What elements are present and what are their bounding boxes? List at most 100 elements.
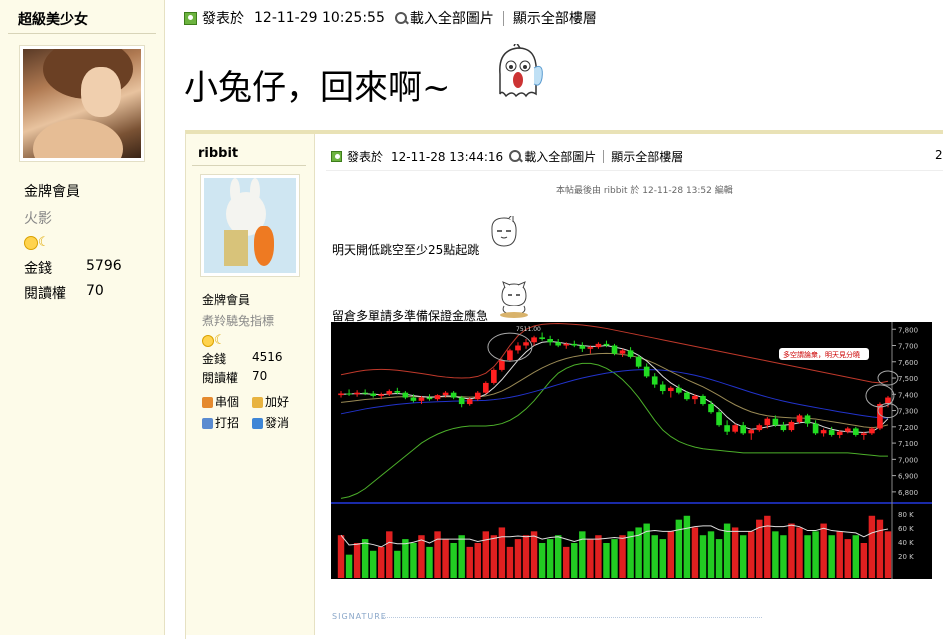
poke-link[interactable]: 打招 (202, 414, 239, 431)
candle-body (836, 431, 843, 435)
signature-label: SIGNATURE (332, 612, 387, 621)
quoted-post: ribbit 金牌會員 煮羚驍兔指標 ☾ 金錢 4516 閱讀權 70 串個 加… (185, 130, 943, 639)
candle-body (869, 428, 875, 434)
crying-ghost-emoticon-icon (499, 44, 543, 98)
candle-body (732, 425, 738, 432)
volume-bar (442, 539, 449, 578)
candle-body (740, 425, 747, 434)
moon-icon: ☾ (38, 235, 50, 250)
candle-body (700, 395, 706, 405)
candle-body (491, 369, 497, 383)
volume-bar (739, 535, 747, 578)
price-tick-label: 7,500 (898, 375, 918, 383)
volume-bar (587, 539, 594, 578)
quoted-author-sidebar: ribbit 金牌會員 煮羚驍兔指標 ☾ 金錢 4516 閱讀權 70 串個 加… (186, 134, 315, 635)
volume-bar (426, 546, 433, 578)
candle-body (410, 397, 417, 401)
volume-bar (482, 531, 490, 578)
volume-bar (571, 543, 578, 578)
volume-tick-label: 80 K (898, 511, 914, 519)
wave-icon (202, 418, 213, 429)
floor-number[interactable]: 24 (935, 148, 943, 162)
posted-time: 12-11-29 10:25:55 (254, 10, 385, 26)
quoted-avatar[interactable] (200, 174, 300, 277)
sun-smile-icon (24, 235, 38, 250)
volume-bar (595, 535, 602, 578)
read-perm-label: 閱讀權 (24, 286, 66, 302)
volume-bar (748, 531, 755, 578)
candle-body (692, 395, 698, 400)
volume-bar (394, 550, 401, 578)
send-message-link[interactable]: 發消 (252, 414, 289, 431)
volume-bar (884, 531, 892, 578)
candle-body (748, 430, 755, 434)
volume-bar (683, 515, 691, 578)
candle-body (547, 339, 553, 343)
show-all-floors-link[interactable]: 顯示全部樓層 (611, 148, 683, 165)
medal-icons: ☾ (202, 330, 227, 349)
candle-body (434, 395, 441, 400)
price-tick-label: 7,200 (898, 424, 918, 432)
online-status-icon (331, 151, 342, 162)
candle-body (651, 376, 658, 385)
volume-bar (796, 527, 803, 578)
show-all-floors-link[interactable]: 顯示全部樓層 (513, 8, 597, 28)
volume-bar (699, 535, 707, 578)
visit-link[interactable]: 串個 (202, 393, 239, 410)
volume-bar (522, 535, 530, 578)
candle-body (804, 415, 811, 424)
load-all-images-link[interactable]: 載入全部圖片 (524, 148, 596, 165)
volume-bar (812, 531, 819, 578)
price-tick-label: 6,900 (898, 473, 918, 481)
volume-bar (361, 539, 369, 578)
candle-body (667, 387, 674, 392)
volume-bar (490, 535, 498, 578)
bollinger-lower-line (340, 362, 888, 499)
volume-bar (514, 539, 522, 578)
volume-bar (603, 543, 610, 578)
candle-body (676, 387, 682, 393)
candle-body (426, 397, 433, 400)
avatar-image (23, 49, 141, 158)
volume-bar (836, 531, 843, 578)
signature-divider (382, 617, 762, 618)
candle-body (579, 345, 586, 349)
volume-bar (369, 550, 377, 578)
volume-bar (353, 543, 361, 578)
candle-body (595, 343, 602, 348)
search-icon (394, 11, 408, 25)
load-all-images-link[interactable]: 載入全部圖片 (410, 8, 494, 28)
handshake-icon (252, 397, 263, 408)
volume-tick-label: 40 K (898, 539, 914, 547)
home-icon (202, 397, 213, 408)
peak-price-label: 7511.00 (516, 326, 541, 333)
candle-body (852, 428, 859, 435)
volume-bar (554, 535, 562, 578)
quoted-author-name[interactable]: ribbit (198, 146, 238, 161)
avatar[interactable] (19, 45, 145, 162)
volume-bar (402, 539, 409, 578)
volume-bar (764, 515, 771, 578)
quoted-money-row: 金錢 4516 (202, 350, 283, 367)
candle-body (756, 425, 763, 431)
add-friend-label: 加好 (265, 395, 290, 409)
add-friend-link[interactable]: 加好 (252, 393, 289, 410)
candle-body (820, 430, 827, 434)
candle-body (539, 337, 545, 340)
candle-body (482, 382, 489, 393)
volume-bar (828, 535, 835, 578)
volume-bar (675, 519, 683, 578)
volume-bar (563, 546, 570, 578)
author-name[interactable]: 超級美少女 (18, 9, 88, 29)
online-status-icon (184, 11, 197, 25)
posted-time: 12-11-28 13:44:16 (391, 149, 504, 164)
ma-slow-line (340, 369, 888, 419)
sun-smile-icon (202, 334, 214, 347)
read-perm-value: 70 (252, 369, 268, 383)
candle-body (587, 347, 594, 349)
divider (502, 10, 504, 26)
read-perm-label: 閱讀權 (202, 371, 239, 385)
volume-bar (852, 535, 860, 578)
volume-bar (450, 543, 457, 578)
money-value: 4516 (252, 350, 283, 364)
